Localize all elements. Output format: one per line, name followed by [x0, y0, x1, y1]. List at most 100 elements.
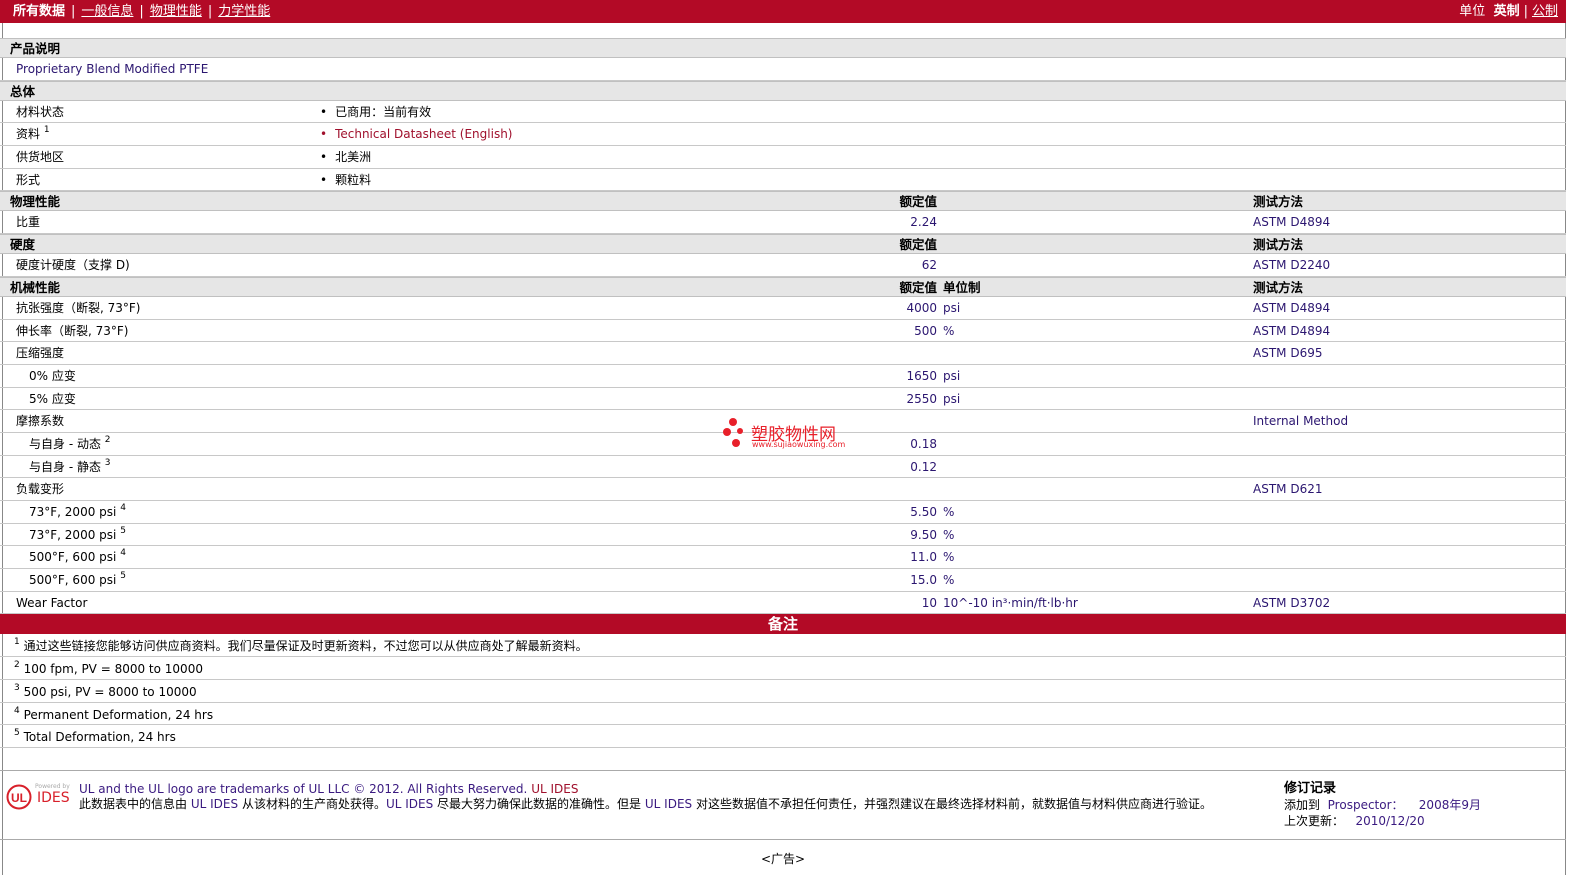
row-test-method: 测试方法 [1253, 237, 1304, 253]
unit-metric[interactable]: 公制 [1532, 4, 1558, 19]
row-label-text: 硬度 [10, 237, 36, 253]
row-unit: psi [943, 300, 961, 315]
row-label-text: 摩擦系数 [16, 414, 65, 429]
row-value: 1650 [906, 368, 937, 383]
row-label-text: 73°F, 2000 psi [29, 505, 117, 519]
row-label: 压缩强度 [16, 342, 64, 364]
row-test-method: 测试方法 [1253, 279, 1304, 295]
row-value: 已商用：当前有效 [320, 101, 431, 123]
table-row: Proprietary Blend Modified PTFE [0, 58, 1566, 81]
footnote-number: 4 [14, 705, 20, 716]
row-test-method: ASTM D2240 [1253, 258, 1331, 273]
unit-imperial[interactable]: 英制 [1494, 4, 1520, 19]
footnote-text: 通过这些链接您能够访问供应商资料。我们尽量保证及时更新资料，不过您可以从供应商处… [23, 639, 588, 654]
footnote-number: 3 [14, 682, 20, 693]
row-label-text: 物理性能 [10, 194, 61, 210]
table-row: 500°F, 600 psi 5 15.0% [0, 569, 1566, 592]
row-label: 与自身 - 动态 2 [29, 433, 111, 455]
footnote-text: Permanent Deformation, 24 hrs [23, 707, 214, 722]
nav-physical[interactable]: 物理性能 [150, 4, 202, 19]
section-header: 物理性能 额定值 测试方法 [0, 191, 1566, 212]
row-value: 4000 [906, 300, 937, 315]
row-unit: 10^-10 in³·min/ft·lb·hr [943, 595, 1078, 610]
table-row: 73°F, 2000 psi 5 9.50% [0, 524, 1566, 547]
footnote-text: 100 fpm, PV = 8000 to 10000 [23, 662, 203, 677]
footnote-text: Total Deformation, 24 hrs [23, 730, 176, 745]
row-test-method: ASTM D695 [1253, 346, 1323, 361]
row-label-text: 形式 [16, 172, 41, 187]
row-unit: 单位制 [943, 279, 981, 295]
row-unit: % [943, 527, 955, 542]
datasheet-link[interactable]: Technical Datasheet (English) [320, 123, 512, 145]
table-row: 资料 1 Technical Datasheet (English) [0, 123, 1566, 147]
ul-logo-icon: UL [6, 784, 32, 810]
table-row: 500°F, 600 psi 4 11.0% [0, 546, 1566, 570]
row-label: 伸长率（断裂, 73°F) [16, 320, 128, 342]
row-label: 材料状态 [16, 101, 64, 123]
footnote-ref: 1 [43, 125, 50, 136]
row-label-text: 供货地区 [16, 150, 65, 165]
row-label: 资料 1 [16, 123, 50, 145]
row-value: 额定值 [899, 194, 937, 210]
row-test-method: ASTM D4894 [1253, 215, 1331, 230]
footnote-ref: 5 [120, 571, 126, 582]
footnote-number: 1 [14, 637, 20, 648]
row-label-text: 负载变形 [16, 482, 65, 497]
row-label: 物理性能 [10, 192, 60, 211]
table-row: 形式 颗粒料 [0, 169, 1566, 192]
row-label: 摩擦系数 [16, 410, 64, 432]
row-value: 颗粒料 [320, 169, 371, 191]
row-label: 机械性能 [10, 278, 60, 297]
table-row: 73°F, 2000 psi 4 5.50% [0, 501, 1566, 524]
row-value: 北美洲 [320, 146, 371, 168]
nav-mechanical[interactable]: 力学性能 [218, 4, 270, 19]
revision-history: 修订记录 添加到 Prospector： 2008年9月 上次更新： 2010/… [1284, 781, 1481, 828]
section-header: 产品说明 [0, 38, 1566, 58]
row-label-text: 与自身 - 静态 [29, 459, 101, 474]
row-label: 73°F, 2000 psi 4 [29, 501, 126, 523]
footnote-ref: 3 [104, 457, 111, 468]
table-row: 负载变形 ASTM D621 [0, 478, 1566, 501]
table-row: 压缩强度 ASTM D695 [0, 342, 1566, 365]
table-row: Wear Factor 10 10^-10 in³·min/ft·lb·hr ASTM… [0, 592, 1566, 615]
row-label: 形式 [16, 169, 40, 191]
row-value: 0.12 [910, 459, 937, 474]
watermark-url: www.sujiaowuxing.com [752, 440, 846, 449]
row-label: 产品说明 [10, 39, 60, 58]
row-value: 2550 [906, 391, 937, 406]
row-label: 硬度计硬度（支撑 D) [16, 254, 130, 276]
row-label-text: Proprietary Blend Modified PTFE [16, 62, 209, 76]
row-label: 总体 [10, 82, 35, 101]
row-label: 500°F, 600 psi 5 [29, 569, 126, 591]
ul-ides-link[interactable]: UL IDES [531, 782, 578, 796]
row-label: 5% 应变 [29, 388, 76, 410]
nav-all-data[interactable]: 所有数据 [13, 4, 65, 19]
table-row: 5% 应变 2550 psi [0, 388, 1566, 411]
table-row: 0% 应变 1650 psi [0, 365, 1566, 388]
notes-header: 备注 [0, 614, 1566, 635]
row-label-text: Wear Factor [16, 595, 88, 610]
row-label: 与自身 - 静态 3 [29, 456, 111, 478]
disclaimer: UL and the UL logo are trademarks of UL … [79, 782, 1212, 811]
row-test-method: ASTM D4894 [1253, 323, 1331, 338]
row-label-text: 5% 应变 [29, 391, 76, 406]
footnote-ref: 4 [120, 503, 126, 513]
nav-general[interactable]: 一般信息 [81, 4, 133, 19]
footnote-text: 500 psi, PV = 8000 to 10000 [23, 684, 197, 699]
row-label: Wear Factor [16, 592, 87, 614]
row-test-method: Internal Method [1253, 414, 1349, 429]
footnote: 4 Permanent Deformation, 24 hrs [0, 703, 1566, 726]
row-value: 15.0 [910, 573, 937, 588]
row-test-method: 测试方法 [1253, 194, 1304, 210]
footnote: 1 通过这些链接您能够访问供应商资料。我们尽量保证及时更新资料，不过您可以从供应… [0, 634, 1566, 658]
row-value: 额定值 [899, 237, 937, 253]
row-unit: psi [943, 368, 961, 383]
row-label-text: 比重 [16, 215, 41, 230]
svg-text:UL: UL [11, 791, 27, 805]
row-label-text: 压缩强度 [16, 346, 65, 361]
row-label-text: 500°F, 600 psi [29, 573, 117, 588]
row-unit: % [943, 505, 955, 519]
row-label-text: 总体 [10, 83, 36, 99]
row-test-method: ASTM D4894 [1253, 300, 1331, 315]
row-label-text: 0% 应变 [29, 368, 76, 383]
